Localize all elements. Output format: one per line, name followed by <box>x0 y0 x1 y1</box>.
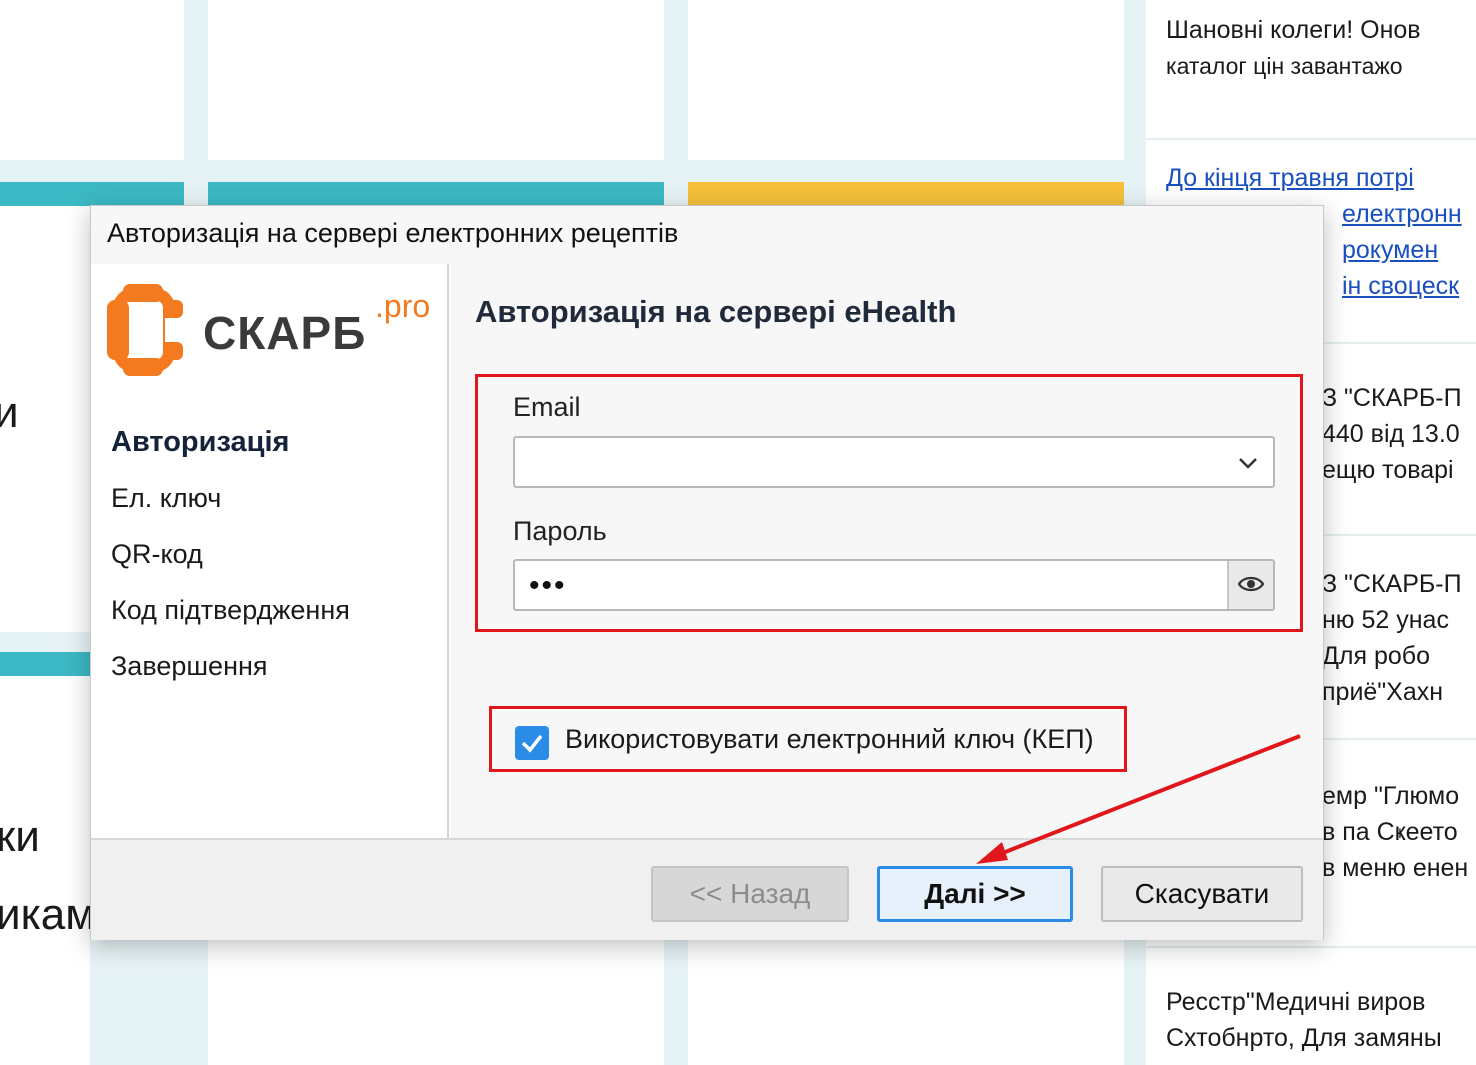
wizard-content: Авторизація на сервері eHealth Email Пар… <box>451 264 1323 838</box>
bg-tile <box>688 0 1124 160</box>
dialog-footer: << Назад Далі >> Скасувати <box>91 838 1323 940</box>
divider <box>1146 138 1476 140</box>
news-text: Ресстр"Медичні виров <box>1166 988 1426 1016</box>
section-title: Авторизація на сервері eHealth <box>475 294 957 329</box>
bg-tile <box>0 676 90 1065</box>
news-text: З "СКАРБ-П <box>1322 570 1462 598</box>
news-text: 440 від 13.0 <box>1322 420 1460 448</box>
news-text: приё"Хахн <box>1322 678 1444 706</box>
bg-tile <box>208 0 664 160</box>
dialog-title: Авторизація на сервері електронних рецеп… <box>107 218 679 248</box>
step-confirmation-code: Код підтвердження <box>111 595 350 625</box>
bg-teal-strip <box>0 182 184 206</box>
bg-yellow-strip <box>688 182 1124 206</box>
cancel-button[interactable]: Скасувати <box>1101 866 1303 922</box>
news-text: в па Сҝеето <box>1322 818 1458 846</box>
brand-logo-mark-icon <box>107 284 185 376</box>
wizard-steps: Авторизація Ел. ключ QR-код Код підтверд… <box>111 414 350 694</box>
news-text: ещю товарі <box>1322 456 1454 484</box>
news-link[interactable]: До кінця травня потрі <box>1166 160 1476 196</box>
news-text: каталог цін завантажо <box>1166 53 1403 79</box>
bg-text-fragment: икам <box>0 890 96 939</box>
news-text: емр "Глюмо <box>1322 782 1460 810</box>
bg-teal-strip <box>208 182 664 206</box>
bg-text-fragment: и <box>0 388 19 437</box>
news-text: Схтобнрто, Для замяны <box>1166 1024 1442 1052</box>
bg-tile <box>0 0 184 160</box>
bg-tile <box>688 940 1124 1065</box>
step-e-key: Ел. ключ <box>111 483 222 513</box>
highlight-checkbox-box <box>489 706 1127 772</box>
news-text: ню 52 унас <box>1322 606 1449 634</box>
brand-name: СКАРБ <box>203 307 367 359</box>
next-button[interactable]: Далі >> <box>877 866 1073 922</box>
news-text: в меню енен <box>1322 854 1469 882</box>
news-text: З "СКАРБ-П <box>1322 384 1462 412</box>
step-authorization: Авторизація <box>111 426 290 458</box>
dialog-body: СКАРБ .pro Авторизація Ел. ключ QR-код К… <box>91 264 1323 838</box>
auth-dialog: Авторизація на сервері електронних рецеп… <box>90 205 1324 940</box>
news-text: Шановні колеги! Онов <box>1166 16 1421 44</box>
highlight-credentials-box <box>475 374 1303 632</box>
bg-text-fragment: ки <box>0 812 40 861</box>
divider <box>1146 946 1476 948</box>
news-item[interactable]: Ресстр"Медичні виров Схтобнрто, Для замя… <box>1166 984 1476 1056</box>
step-completion: Завершення <box>111 651 268 681</box>
wizard-sidebar: СКАРБ .pro Авторизація Ел. ключ QR-код К… <box>91 264 449 838</box>
bg-teal-strip <box>0 652 90 676</box>
news-item[interactable]: Шановні колеги! Онов каталог цін заванта… <box>1166 12 1476 84</box>
brand-suffix: .pro <box>375 288 431 324</box>
brand-logo: СКАРБ .pro <box>107 284 437 376</box>
bg-tile <box>208 940 664 1065</box>
news-text: Для робо <box>1322 642 1431 670</box>
back-button[interactable]: << Назад <box>651 866 849 922</box>
step-qr-code: QR-код <box>111 539 203 569</box>
